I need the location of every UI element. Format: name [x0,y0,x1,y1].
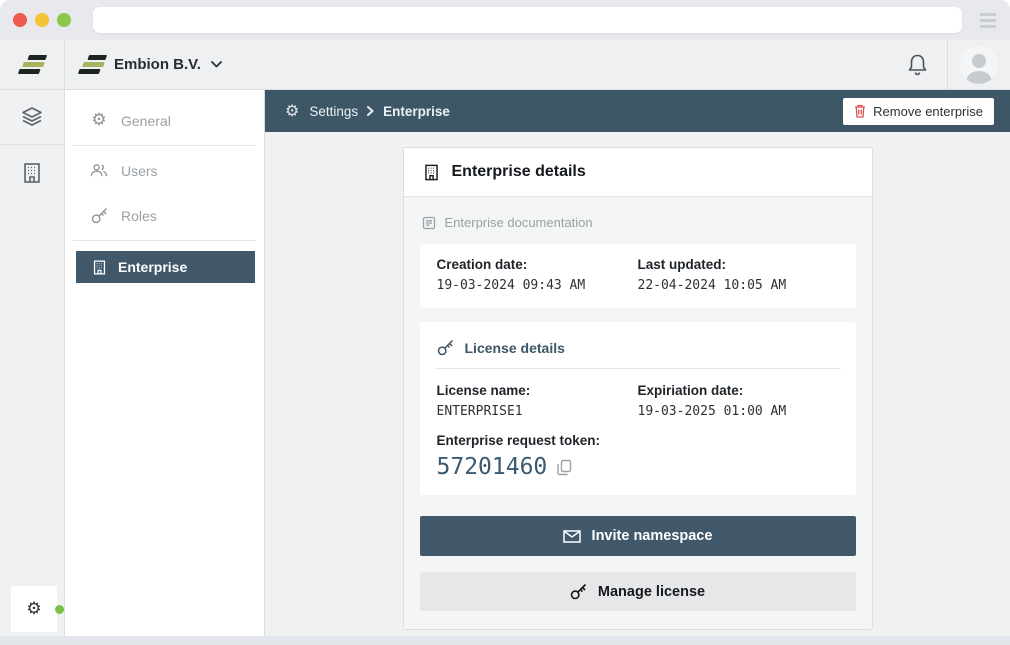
key-icon [437,339,454,356]
notifications-button[interactable] [887,53,947,76]
key-icon [570,583,587,600]
trash-icon [854,104,866,118]
user-menu[interactable] [948,46,1010,84]
request-token-label: Enterprise request token: [437,433,839,448]
sidebar-item-label: Users [121,163,158,179]
breadcrumb-settings[interactable]: Settings [309,104,358,119]
manage-license-button[interactable]: Manage license [420,572,856,611]
sidebar-item-enterprise[interactable]: Enterprise [76,251,255,283]
settings-sidebar: ⚙ General Users Roles [65,90,265,636]
users-icon [90,163,108,178]
sidebar-item-label: Enterprise [118,259,187,275]
org-name: Embion B.V. [114,56,201,73]
app-logo [0,40,65,89]
invite-namespace-button[interactable]: Invite namespace [420,516,856,556]
url-bar[interactable] [93,7,962,33]
enterprise-documentation-link[interactable]: Enterprise documentation [422,215,856,230]
embion-logo-icon [17,55,46,74]
browser-titlebar [0,0,1010,40]
chevron-down-icon [211,61,222,68]
request-token-value: 57201460 [437,454,548,480]
status-dot [55,605,64,614]
avatar [960,46,998,84]
nav-rail-item-stack[interactable] [0,90,64,145]
layers-icon [20,105,44,129]
chevron-right-icon [367,106,374,116]
breadcrumb-current-page: Enterprise [383,104,450,119]
license-details-panel: License details License name: ENTERPRISE… [420,322,856,495]
browser-menu-icon[interactable] [980,13,996,28]
embion-logo-icon [78,55,107,74]
card-title: Enterprise details [452,163,586,181]
building-icon [422,163,441,182]
gear-icon: ⚙ [285,103,299,119]
sidebar-item-roles[interactable]: Roles [65,193,264,238]
license-name-label: License name: [437,383,638,398]
copy-icon [557,459,572,476]
sidebar-item-label: Roles [121,208,157,224]
last-updated-label: Last updated: [638,257,839,272]
document-icon [422,216,436,230]
key-icon [90,207,108,224]
building-icon [90,259,108,276]
gear-icon: ⚙ [26,601,41,618]
license-details-title: License details [465,340,565,356]
remove-enterprise-button[interactable]: Remove enterprise [843,98,994,125]
minimize-window-button[interactable] [35,13,49,27]
browser-window: Embion B.V. [0,0,1010,645]
dates-panel: Creation date: 19-03-2024 09:43 AM Last … [420,244,856,308]
sidebar-item-general[interactable]: ⚙ General [65,98,264,143]
window-bottom-edge [0,636,1010,645]
building-icon [20,161,44,185]
breadcrumb: ⚙ Settings Enterprise Remove enterprise [265,90,1010,132]
envelope-icon [563,530,581,543]
creation-date-label: Creation date: [437,257,638,272]
app-header: Embion B.V. [0,40,1010,90]
expiration-date-label: Expiriation date: [638,383,839,398]
license-name-value: ENTERPRISE1 [437,404,638,419]
bell-icon [907,53,928,76]
close-window-button[interactable] [13,13,27,27]
enterprise-details-card: Enterprise details Enterprise documentat… [403,147,873,630]
creation-date-value: 19-03-2024 09:43 AM [437,278,638,293]
gear-icon: ⚙ [90,112,108,129]
settings-button[interactable]: ⚙ [11,586,57,632]
last-updated-value: 22-04-2024 10:05 AM [638,278,839,293]
copy-token-button[interactable] [557,459,572,476]
content-area: ⚙ Settings Enterprise Remove enterprise [265,90,1010,636]
expiration-date-value: 19-03-2025 01:00 AM [638,404,839,419]
sidebar-item-label: General [121,113,171,129]
maximize-window-button[interactable] [57,13,71,27]
org-switcher[interactable]: Embion B.V. [81,55,222,74]
sidebar-item-users[interactable]: Users [65,148,264,193]
window-controls [13,13,71,27]
nav-rail: ⚙ [0,90,65,636]
nav-rail-item-enterprise[interactable] [0,145,64,200]
